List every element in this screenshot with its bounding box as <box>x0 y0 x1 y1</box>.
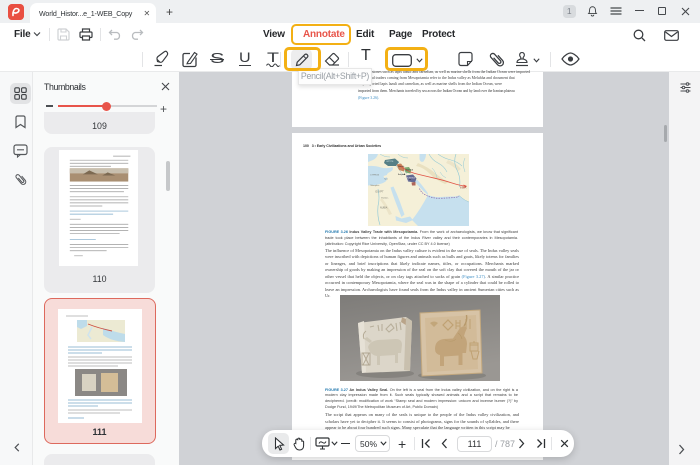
svg-text:Babylon: Babylon <box>398 174 404 176</box>
svg-text:Thebes: Thebes <box>381 198 389 200</box>
svg-text:INDIA: INDIA <box>460 187 467 190</box>
svg-text:Memphis: Memphis <box>371 185 381 187</box>
svg-text:CYPRUS: CYPRUS <box>370 175 380 177</box>
svg-text:ASSYRIA: ASSYRIA <box>406 169 414 172</box>
svg-text:HITTITE: HITTITE <box>387 161 395 163</box>
svg-text:SUMERIA: SUMERIA <box>407 177 416 180</box>
svg-text:NUBIA: NUBIA <box>380 207 388 210</box>
svg-text:Nineveh: Nineveh <box>398 166 404 168</box>
svg-text:EGYPT: EGYPT <box>376 191 385 194</box>
